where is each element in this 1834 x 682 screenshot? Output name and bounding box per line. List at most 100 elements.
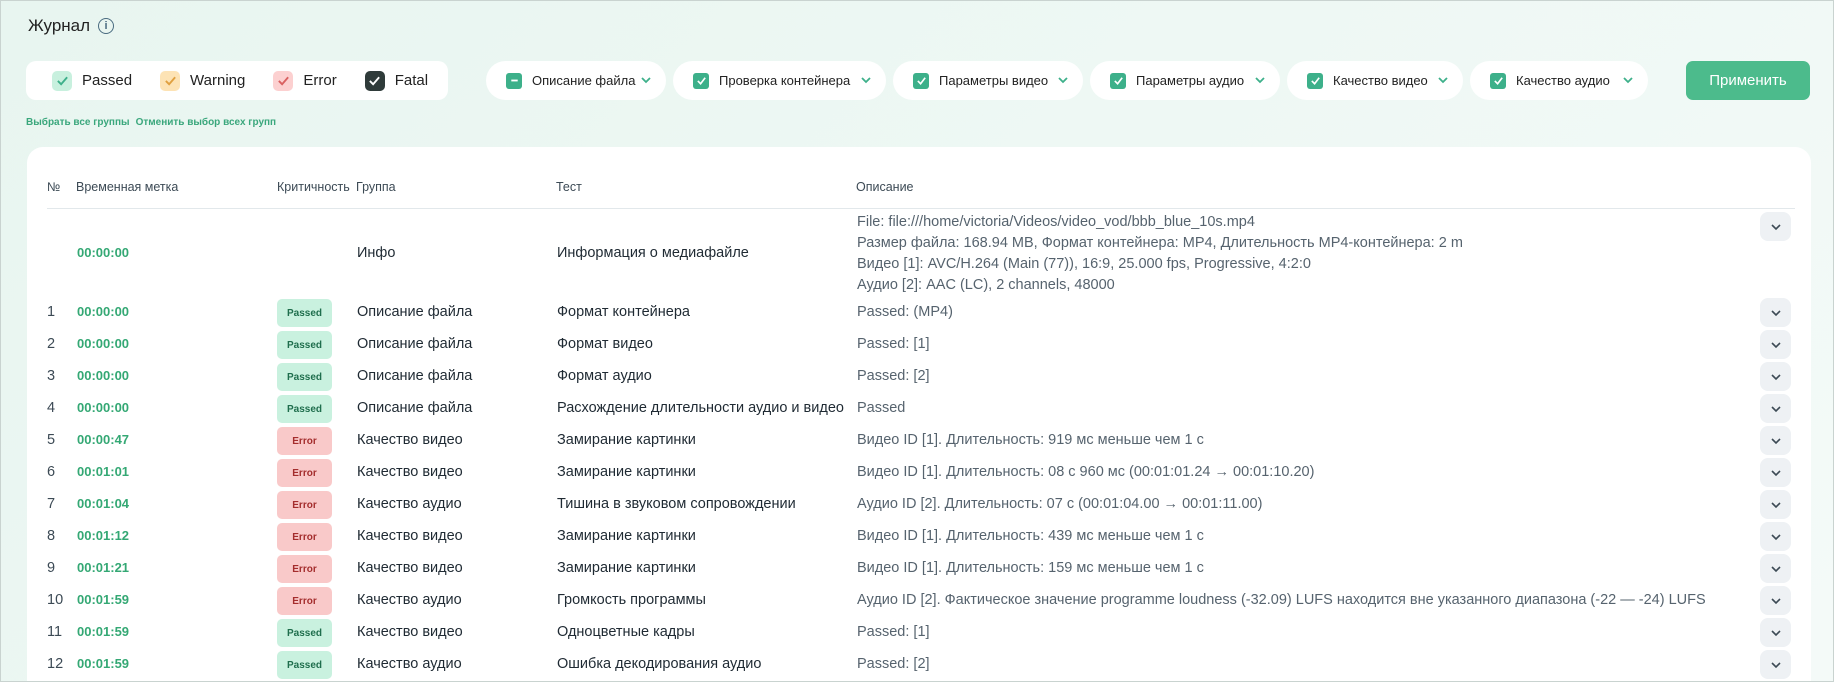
chevron-down-icon bbox=[1770, 661, 1781, 668]
media-info-line: Видео [1]: AVC/H.264 (Main (77)), 16:9, … bbox=[857, 256, 1311, 272]
description-cell: Passed: [1] bbox=[857, 624, 930, 640]
row-number: 11 bbox=[47, 624, 63, 640]
chevron-down-icon bbox=[1770, 223, 1781, 230]
apply-button[interactable]: Применить bbox=[1686, 61, 1810, 100]
chevron-down-icon bbox=[1770, 597, 1781, 604]
column-header-severity: Критичность bbox=[277, 180, 350, 194]
severity-filter-warning[interactable]: Warning bbox=[160, 70, 246, 91]
expand-row-button[interactable] bbox=[1760, 394, 1791, 423]
checkbox-checked-icon[interactable] bbox=[364, 70, 385, 91]
test-cell: Замирание картинки bbox=[557, 528, 696, 544]
group-cell: Качество видео bbox=[357, 464, 463, 480]
expand-row-button[interactable] bbox=[1760, 298, 1791, 327]
group-cell: Качество видео bbox=[357, 560, 463, 576]
severity-filter-error[interactable]: Error bbox=[273, 70, 337, 91]
row-number: 7 bbox=[47, 496, 56, 512]
group-cell: Качество аудио bbox=[357, 592, 462, 608]
chevron-down-icon bbox=[1770, 309, 1781, 316]
group-dropdown-video-params[interactable]: Параметры видео bbox=[893, 61, 1083, 100]
group-cell: Качество аудио bbox=[357, 656, 462, 672]
expand-row-button[interactable] bbox=[1760, 522, 1791, 551]
group-cell: Качество видео bbox=[357, 624, 463, 640]
severity-filter-fatal[interactable]: Fatal bbox=[364, 70, 428, 91]
row-number: 8 bbox=[47, 528, 56, 544]
checkbox-checked-icon[interactable] bbox=[52, 70, 72, 91]
status-badge: Passed bbox=[277, 331, 332, 359]
test-cell: Ошибка декодирования аудио bbox=[557, 656, 762, 672]
expand-row-button[interactable] bbox=[1760, 426, 1791, 455]
log-table: № Временная метка Критичность Группа Тес… bbox=[27, 147, 1811, 682]
info-icon[interactable]: i bbox=[98, 18, 115, 34]
checkbox-checked-icon[interactable] bbox=[693, 72, 709, 89]
timestamp: 00:00:00 bbox=[77, 400, 130, 415]
group-cell: Описание файла bbox=[357, 304, 473, 320]
checkbox-checked-icon[interactable] bbox=[913, 72, 929, 89]
description-cell: Видео ID [1]. Длительность: 439 мс меньш… bbox=[857, 528, 1204, 544]
row-number: 6 bbox=[47, 464, 56, 480]
row-number: 5 bbox=[47, 432, 56, 448]
expand-row-button[interactable] bbox=[1760, 650, 1791, 679]
checkbox-checked-icon[interactable] bbox=[273, 70, 294, 91]
status-badge: Passed bbox=[277, 363, 332, 391]
group-label: Параметры аудио bbox=[1136, 73, 1245, 88]
select-all-groups-link[interactable]: Выбрать все группы bbox=[26, 117, 130, 128]
column-header-group: Группа bbox=[356, 180, 396, 194]
media-info-line: File: file:///home/victoria/Videos/video… bbox=[857, 214, 1255, 230]
media-info-line: Размер файла: 168.94 MB, Формат контейне… bbox=[857, 235, 1463, 251]
test-cell: Информация о медиафайле bbox=[557, 245, 749, 261]
group-cell: Описание файла bbox=[357, 336, 473, 352]
chevron-down-icon bbox=[1770, 469, 1781, 476]
group-select-links: Выбрать все группы Отменить выбор всех г… bbox=[26, 117, 276, 128]
status-badge: Error bbox=[277, 491, 332, 519]
chevron-down-icon bbox=[1058, 77, 1068, 84]
header-divider bbox=[47, 208, 1795, 209]
chevron-down-icon bbox=[861, 77, 871, 84]
checkbox-checked-icon[interactable] bbox=[1110, 72, 1126, 89]
timestamp: 00:01:01 bbox=[77, 464, 130, 479]
severity-label: Error bbox=[303, 72, 337, 89]
expand-row-button[interactable] bbox=[1760, 458, 1791, 487]
test-cell: Замирание картинки bbox=[557, 464, 696, 480]
deselect-all-groups-link[interactable]: Отменить выбор всех групп bbox=[136, 117, 277, 128]
test-cell: Громкость программы bbox=[557, 592, 706, 608]
media-info-description: File: file:///home/victoria/Videos/video… bbox=[857, 212, 1463, 296]
group-dropdown-audio-quality[interactable]: Качество аудио bbox=[1470, 61, 1648, 100]
group-dropdown-video-quality[interactable]: Качество видео bbox=[1287, 61, 1463, 100]
timestamp: 00:01:59 bbox=[77, 656, 130, 671]
checkbox-indeterminate-icon[interactable] bbox=[506, 72, 522, 89]
status-badge: Passed bbox=[277, 651, 332, 679]
expand-row-button[interactable] bbox=[1760, 554, 1791, 583]
checkbox-checked-icon[interactable] bbox=[160, 70, 181, 91]
expand-row-button[interactable] bbox=[1760, 212, 1791, 241]
expand-row-button[interactable] bbox=[1760, 330, 1791, 359]
test-cell: Замирание картинки bbox=[557, 560, 696, 576]
expand-row-button[interactable] bbox=[1760, 362, 1791, 391]
expand-row-button[interactable] bbox=[1760, 490, 1791, 519]
test-cell: Замирание картинки bbox=[557, 432, 696, 448]
test-cell: Формат видео bbox=[557, 336, 653, 352]
severity-filter-passed[interactable]: Passed bbox=[52, 70, 132, 91]
expand-row-button[interactable] bbox=[1760, 586, 1791, 615]
group-dropdown-audio-params[interactable]: Параметры аудио bbox=[1090, 61, 1280, 100]
group-dropdown-container-check[interactable]: Проверка контейнера bbox=[673, 61, 886, 100]
group-dropdown-file-description[interactable]: Описание файла bbox=[486, 61, 666, 100]
page-title: Журнал bbox=[28, 16, 91, 35]
checkbox-checked-icon[interactable] bbox=[1490, 72, 1506, 89]
status-badge: Passed bbox=[277, 395, 332, 423]
status-badge: Error bbox=[277, 523, 332, 551]
description-cell: Passed bbox=[857, 400, 906, 416]
row-number: 3 bbox=[47, 368, 56, 384]
chevron-down-icon bbox=[1438, 77, 1448, 84]
group-label: Качество аудио bbox=[1516, 73, 1610, 88]
severity-label: Warning bbox=[190, 72, 246, 89]
description-cell: Passed: (MP4) bbox=[857, 304, 953, 320]
row-number: 10 bbox=[47, 592, 64, 608]
expand-row-button[interactable] bbox=[1760, 618, 1791, 647]
test-cell: Формат контейнера bbox=[557, 304, 690, 320]
group-label: Качество видео bbox=[1333, 73, 1428, 88]
description-cell: Passed: [1] bbox=[857, 336, 930, 352]
timestamp: 00:01:21 bbox=[77, 560, 130, 575]
description-cell: Passed: [2] bbox=[857, 656, 930, 672]
checkbox-checked-icon[interactable] bbox=[1307, 72, 1323, 89]
status-badge: Error bbox=[277, 587, 332, 615]
